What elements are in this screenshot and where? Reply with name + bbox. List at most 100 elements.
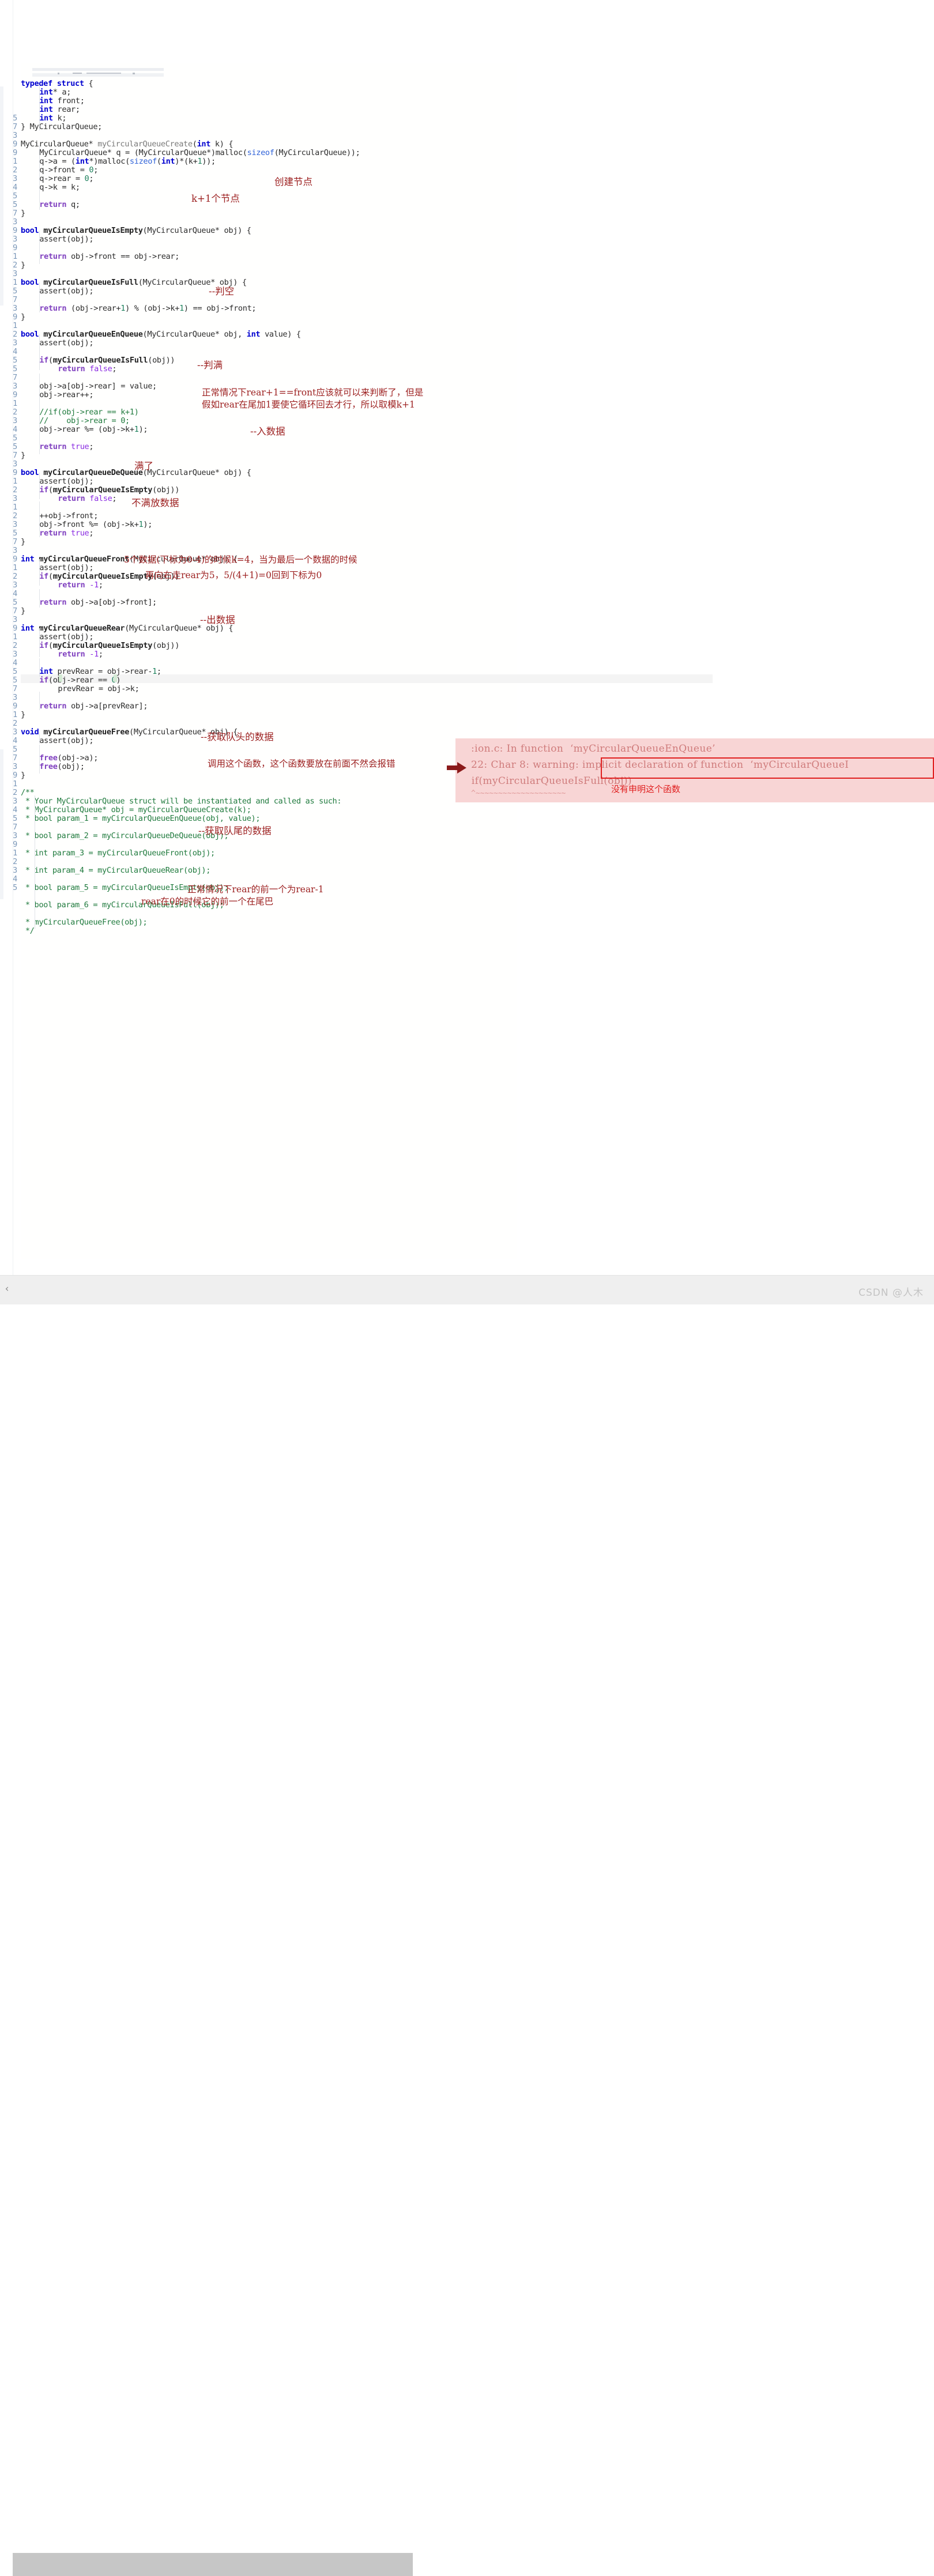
code-token: ( <box>48 485 53 495</box>
code-token: (MyCircularQueue* obj) { <box>142 226 251 235</box>
code-token: assert(obj); <box>39 235 94 244</box>
code-line: MyCircularQueue* myCircularQueueCreate(i… <box>21 139 233 149</box>
indent-guide <box>39 589 40 608</box>
code-token: } <box>21 537 25 546</box>
line-number: 3 <box>13 217 17 227</box>
code-token: (obj->rear == <box>48 676 112 685</box>
code-token: bool <box>21 468 39 477</box>
indent-guide <box>39 501 40 537</box>
code-line: assert(obj); <box>39 632 93 642</box>
code-line: } <box>21 606 25 616</box>
line-number: 9 <box>13 701 17 711</box>
code-token: 1 <box>179 304 184 313</box>
horizontal-scrollbar[interactable] <box>0 1275 934 2576</box>
code-line: MyCircularQueue* q = (MyCircularQueue*)m… <box>39 148 360 157</box>
scroll-left-arrow-icon[interactable]: ‹ <box>2 1282 12 1296</box>
code-token: -1 <box>89 650 99 659</box>
handwritten-annotation: 5个数据(下标为0-4)的时候k=4，当为最后一个数据的时候 <box>124 555 357 565</box>
code-token: ( <box>156 157 161 166</box>
code-token: bool <box>21 278 39 287</box>
code-line: * int param_3 = myCircularQueueFront(obj… <box>21 848 215 858</box>
code-token: ; <box>93 165 99 175</box>
code-line: return false; <box>58 494 116 503</box>
code-token: (obj); <box>57 762 85 771</box>
indent-guide <box>39 732 40 744</box>
line-number: 5 <box>13 598 17 607</box>
code-line: * MyCircularQueue* obj = myCircularQueue… <box>21 805 251 814</box>
line-number: 1 <box>13 563 17 572</box>
code-line: } <box>21 771 25 780</box>
indent-guide <box>39 658 40 677</box>
line-number: 3 <box>13 520 17 529</box>
code-token: k) { <box>210 139 233 149</box>
code-line: } <box>21 209 25 218</box>
line-number: 5 <box>13 364 17 374</box>
line-number: 7 <box>13 209 17 218</box>
line-number: 3 <box>13 494 17 503</box>
code-line: obj->rear %= (obj->k+1); <box>39 425 148 434</box>
code-token: myCircularQueueFree <box>43 727 130 737</box>
code-token: q->front = <box>39 165 89 175</box>
code-line: obj->rear++; <box>39 390 93 399</box>
code-token: ; <box>89 442 94 451</box>
line-number: 3 <box>13 459 17 469</box>
indent-guide <box>39 282 40 312</box>
code-token: myCircularQueueEnQueue <box>43 330 143 339</box>
code-token: return <box>58 494 85 503</box>
code-line: assert(obj); <box>39 477 93 486</box>
code-token: (obj)) <box>152 485 180 495</box>
code-line: } MyCircularQueue; <box>21 122 102 131</box>
code-token: obj->a[prevRear]; <box>66 701 148 711</box>
code-token: rear; <box>52 105 81 114</box>
code-line: */ <box>21 926 35 936</box>
code-token: ( <box>48 641 53 650</box>
code-line: assert(obj); <box>39 563 93 572</box>
line-number: 4 <box>13 805 17 814</box>
code-token: return <box>39 442 67 451</box>
code-token: } <box>21 261 25 270</box>
code-line: int k; <box>39 114 66 123</box>
line-number: 7 <box>13 606 17 616</box>
code-token: if <box>39 676 48 685</box>
handwritten-annotation: 满了 <box>134 461 153 472</box>
indent-guide <box>39 692 40 710</box>
code-token: myCircularQueueIsEmpty <box>52 572 153 581</box>
code-token: true <box>71 529 89 538</box>
code-token: assert(obj); <box>39 736 94 745</box>
line-number: 7 <box>13 753 17 763</box>
code-text-area[interactable]: typedef struct {int* a; int front; int rea… <box>21 63 713 1262</box>
code-line: /** <box>21 788 35 797</box>
code-token: ( <box>192 139 197 149</box>
code-token: )*(k+ <box>175 157 198 166</box>
code-token: int <box>39 105 53 114</box>
code-token: q->k = k; <box>39 183 80 192</box>
line-number: 7 <box>13 537 17 546</box>
code-token: return <box>39 529 67 538</box>
line-number: 2 <box>13 165 17 175</box>
code-line: return (obj->rear+1) % (obj->k+1) == obj… <box>39 304 256 313</box>
code-editor[interactable]: 5739912345573939123157391234557391234557… <box>0 0 934 1275</box>
line-number: 5 <box>13 114 17 123</box>
line-number: 1 <box>13 779 17 789</box>
line-number: 3 <box>13 693 17 702</box>
code-token: } <box>21 312 25 322</box>
line-number: 2 <box>13 261 17 270</box>
code-token: ; <box>112 494 117 503</box>
line-number: 4 <box>13 589 17 598</box>
scrollbar-thumb[interactable] <box>13 2553 413 2576</box>
code-token: (obj)) <box>152 641 180 650</box>
code-token: front; <box>52 96 85 105</box>
code-line: } <box>21 312 25 322</box>
warning-highlight-box <box>601 757 934 779</box>
code-token: * Your MyCircularQueue struct will be in… <box>21 797 342 806</box>
code-token: MyCircularQueue* q = (MyCircularQueue*)m… <box>39 148 247 157</box>
line-number: 1 <box>13 848 17 858</box>
code-token: void <box>21 727 39 737</box>
handwritten-annotation: 正常情况下rear的前一个为rear-1 <box>187 884 324 895</box>
red-arrow-icon <box>447 762 466 774</box>
code-line: return q; <box>39 200 80 209</box>
line-number: 3 <box>13 235 17 244</box>
code-token: int <box>21 624 35 633</box>
code-token: ); <box>138 425 148 434</box>
code-token: return <box>58 580 85 590</box>
